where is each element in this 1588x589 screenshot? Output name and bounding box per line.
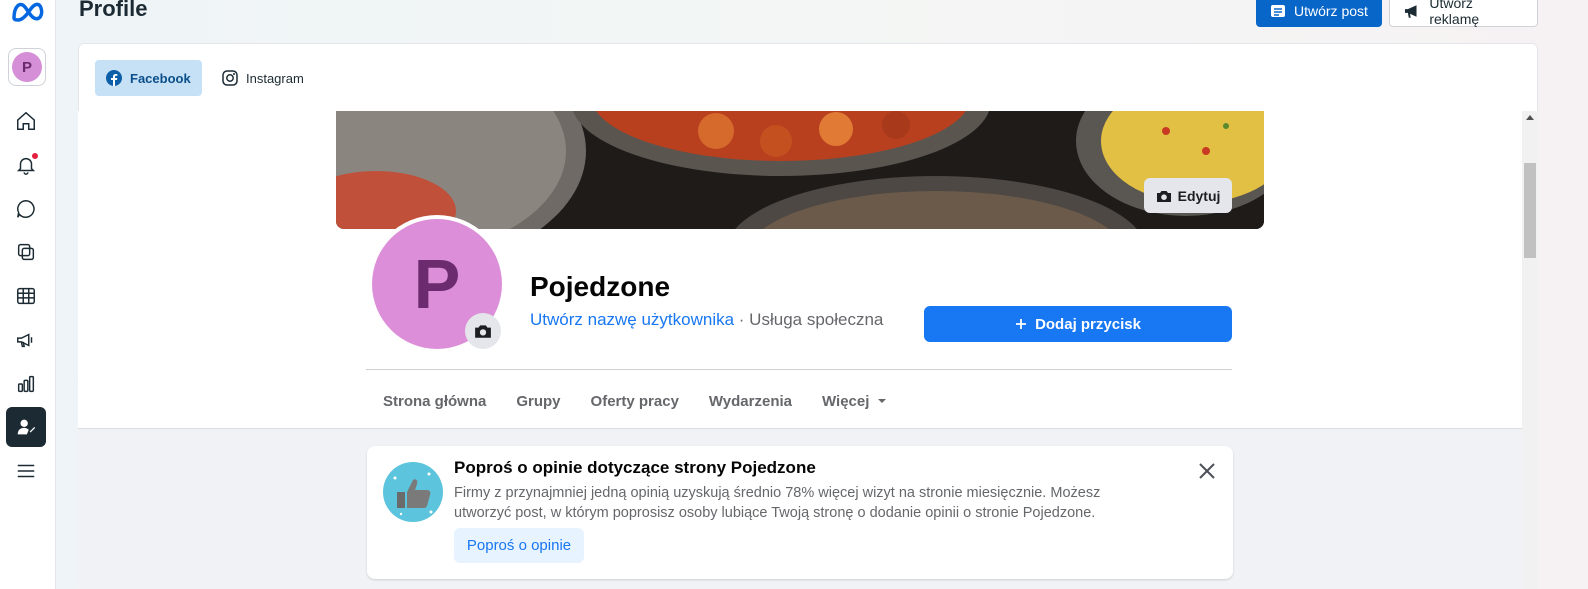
edit-cover-button[interactable]: Edytuj bbox=[1144, 178, 1232, 213]
preview-scrollbar[interactable] bbox=[1522, 111, 1538, 589]
avatar-letter: P bbox=[12, 52, 42, 82]
ads-megaphone-icon[interactable] bbox=[6, 320, 46, 360]
create-post-label: Utwórz post bbox=[1294, 2, 1368, 19]
page-name: Pojedzone bbox=[530, 271, 671, 302]
page-subtitle: Utwórz nazwę użytkownika · Usługa społec… bbox=[530, 310, 883, 330]
messages-icon[interactable] bbox=[6, 189, 46, 229]
promo-title: Poproś o opinie dotyczące strony Pojedzo… bbox=[454, 458, 816, 477]
camera-icon bbox=[1156, 190, 1171, 202]
left-nav-rail: P bbox=[0, 0, 56, 589]
planner-table-icon[interactable] bbox=[6, 276, 46, 316]
create-ad-button[interactable]: Utwórz reklamę bbox=[1389, 0, 1538, 27]
profile-header-section: Edytuj P Pojedzone Utwórz nazwę użytkown… bbox=[78, 111, 1522, 429]
promo-description: Firmy z przynajmniej jedną opinią uzysku… bbox=[454, 485, 1101, 521]
profile-preview: Edytuj P Pojedzone Utwórz nazwę użytkown… bbox=[78, 111, 1522, 589]
notification-badge bbox=[32, 153, 38, 159]
facebook-icon bbox=[106, 70, 122, 86]
cover-food-image bbox=[336, 111, 1264, 229]
cover-photo[interactable] bbox=[336, 111, 1264, 229]
page-title: Profile bbox=[79, 0, 148, 21]
thumbs-up-icon bbox=[383, 462, 443, 522]
close-icon[interactable] bbox=[1196, 460, 1218, 482]
add-button[interactable]: Dodaj przycisk bbox=[924, 306, 1232, 342]
tab-facebook-label: Facebook bbox=[130, 70, 191, 86]
reviews-promo-card: Poproś o opinie dotyczące strony Pojedzo… bbox=[367, 446, 1233, 579]
profile-nav-tabs: Strona główna Grupy Oferty pracy Wydarze… bbox=[368, 383, 902, 419]
tab-groups[interactable]: Grupy bbox=[501, 393, 575, 410]
notifications-bell-icon[interactable] bbox=[6, 145, 46, 185]
profile-edit-icon[interactable] bbox=[6, 407, 46, 447]
create-post-button[interactable]: Utwórz post bbox=[1256, 0, 1382, 27]
menu-hamburger-icon[interactable] bbox=[6, 451, 46, 491]
add-button-label: Dodaj przycisk bbox=[1035, 315, 1141, 333]
ask-for-reviews-button[interactable]: Poproś o opinie bbox=[454, 528, 584, 563]
content-icon[interactable] bbox=[6, 232, 46, 272]
tab-home[interactable]: Strona główna bbox=[368, 393, 501, 410]
create-ad-label: Utwórz reklamę bbox=[1429, 0, 1480, 27]
meta-logo-icon[interactable] bbox=[10, 0, 46, 24]
create-username-link[interactable]: Utwórz nazwę użytkownika bbox=[530, 310, 734, 329]
tab-more[interactable]: Więcej bbox=[807, 393, 902, 410]
tab-more-label: Więcej bbox=[822, 392, 870, 410]
profile-divider bbox=[366, 369, 1232, 370]
scroll-up-arrow-icon[interactable] bbox=[1526, 115, 1534, 120]
tab-instagram-label: Instagram bbox=[246, 70, 304, 86]
change-profile-picture-button[interactable] bbox=[465, 313, 501, 349]
caret-down-icon bbox=[878, 399, 887, 403]
camera-icon bbox=[475, 325, 491, 338]
insights-chart-icon[interactable] bbox=[6, 364, 46, 404]
post-icon bbox=[1271, 4, 1285, 17]
tab-jobs[interactable]: Oferty pracy bbox=[576, 393, 694, 410]
plus-icon bbox=[1016, 319, 1027, 329]
platform-tabs-card: Facebook Instagram bbox=[78, 43, 1538, 111]
account-avatar[interactable]: P bbox=[8, 48, 46, 86]
home-icon[interactable] bbox=[6, 101, 46, 141]
page-category: · Usługa społeczna bbox=[734, 310, 884, 329]
megaphone-icon bbox=[1404, 4, 1417, 18]
tab-facebook[interactable]: Facebook bbox=[95, 60, 202, 96]
tab-instagram[interactable]: Instagram bbox=[211, 60, 315, 96]
edit-cover-label: Edytuj bbox=[1177, 187, 1221, 204]
instagram-icon bbox=[222, 70, 238, 86]
scrollbar-thumb[interactable] bbox=[1524, 163, 1536, 258]
tab-events[interactable]: Wydarzenia bbox=[694, 393, 807, 410]
